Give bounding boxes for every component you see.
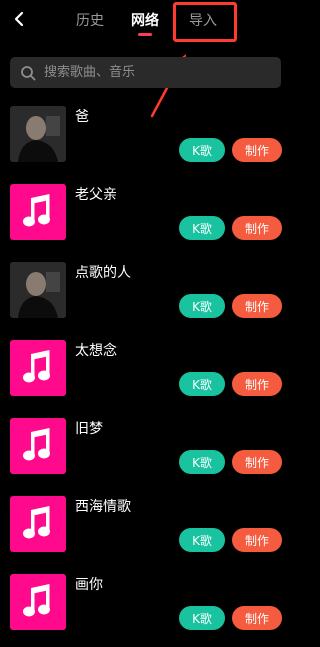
search-icon (20, 65, 36, 81)
song-title: 太想念 (75, 343, 117, 359)
k-song-button[interactable]: K歌 (179, 528, 225, 552)
back-button[interactable] (8, 8, 30, 30)
song-title: 老父亲 (75, 187, 117, 203)
song-row[interactable]: 旧梦 K歌 制作 (0, 413, 296, 491)
music-note-icon (23, 350, 50, 383)
make-button[interactable]: 制作 (232, 138, 282, 162)
song-cover (10, 574, 66, 630)
make-button[interactable]: 制作 (232, 372, 282, 396)
song-row[interactable]: 画你 K歌 制作 (0, 569, 296, 647)
make-button[interactable]: 制作 (232, 294, 282, 318)
chevron-left-icon (14, 11, 24, 27)
song-title: 旧梦 (75, 421, 103, 437)
song-title: 画你 (75, 577, 103, 593)
song-cover (10, 106, 66, 162)
make-button[interactable]: 制作 (232, 606, 282, 630)
music-note-icon (23, 506, 50, 539)
music-note-icon (23, 428, 50, 461)
song-cover (10, 418, 66, 474)
music-note-icon (23, 194, 50, 227)
album-photo (10, 106, 66, 162)
song-row[interactable]: 西海情歌 K歌 制作 (0, 491, 296, 569)
album-photo (10, 262, 66, 318)
k-song-button[interactable]: K歌 (179, 138, 225, 162)
search-bar[interactable] (10, 57, 281, 88)
music-note-icon (23, 584, 50, 617)
k-song-button[interactable]: K歌 (179, 294, 225, 318)
search-input[interactable] (42, 64, 266, 81)
k-song-button[interactable]: K歌 (179, 606, 225, 630)
song-list: 爸 K歌 制作 老父亲 K歌 制作 点歌的人 K歌 制作 太想念 K歌 制作 旧梦 K歌 制作 西海情歌 K歌制… (0, 101, 296, 647)
annotation-highlight-box (173, 2, 237, 42)
song-row[interactable]: 爸 K歌 制作 (0, 101, 296, 179)
k-song-button[interactable]: K歌 (179, 450, 225, 474)
tab-network[interactable]: 网络 (131, 10, 159, 30)
song-title: 西海情歌 (75, 499, 131, 515)
song-cover (10, 184, 66, 240)
active-tab-indicator (138, 33, 152, 36)
k-song-button[interactable]: K歌 (179, 372, 225, 396)
tab-history[interactable]: 历史 (76, 10, 104, 30)
song-cover (10, 496, 66, 552)
make-button[interactable]: 制作 (232, 216, 282, 240)
song-title: 爸 (75, 109, 89, 125)
top-bar: 历史 网络 导入 (0, 0, 296, 46)
song-row[interactable]: 老父亲 K歌 制作 (0, 179, 296, 257)
song-cover (10, 262, 66, 318)
make-button[interactable]: 制作 (232, 528, 282, 552)
song-title: 点歌的人 (75, 265, 131, 281)
song-cover (10, 340, 66, 396)
song-row[interactable]: 点歌的人 K歌 制作 (0, 257, 296, 335)
song-row[interactable]: 太想念 K歌 制作 (0, 335, 296, 413)
k-song-button[interactable]: K歌 (179, 216, 225, 240)
make-button[interactable]: 制作 (232, 450, 282, 474)
